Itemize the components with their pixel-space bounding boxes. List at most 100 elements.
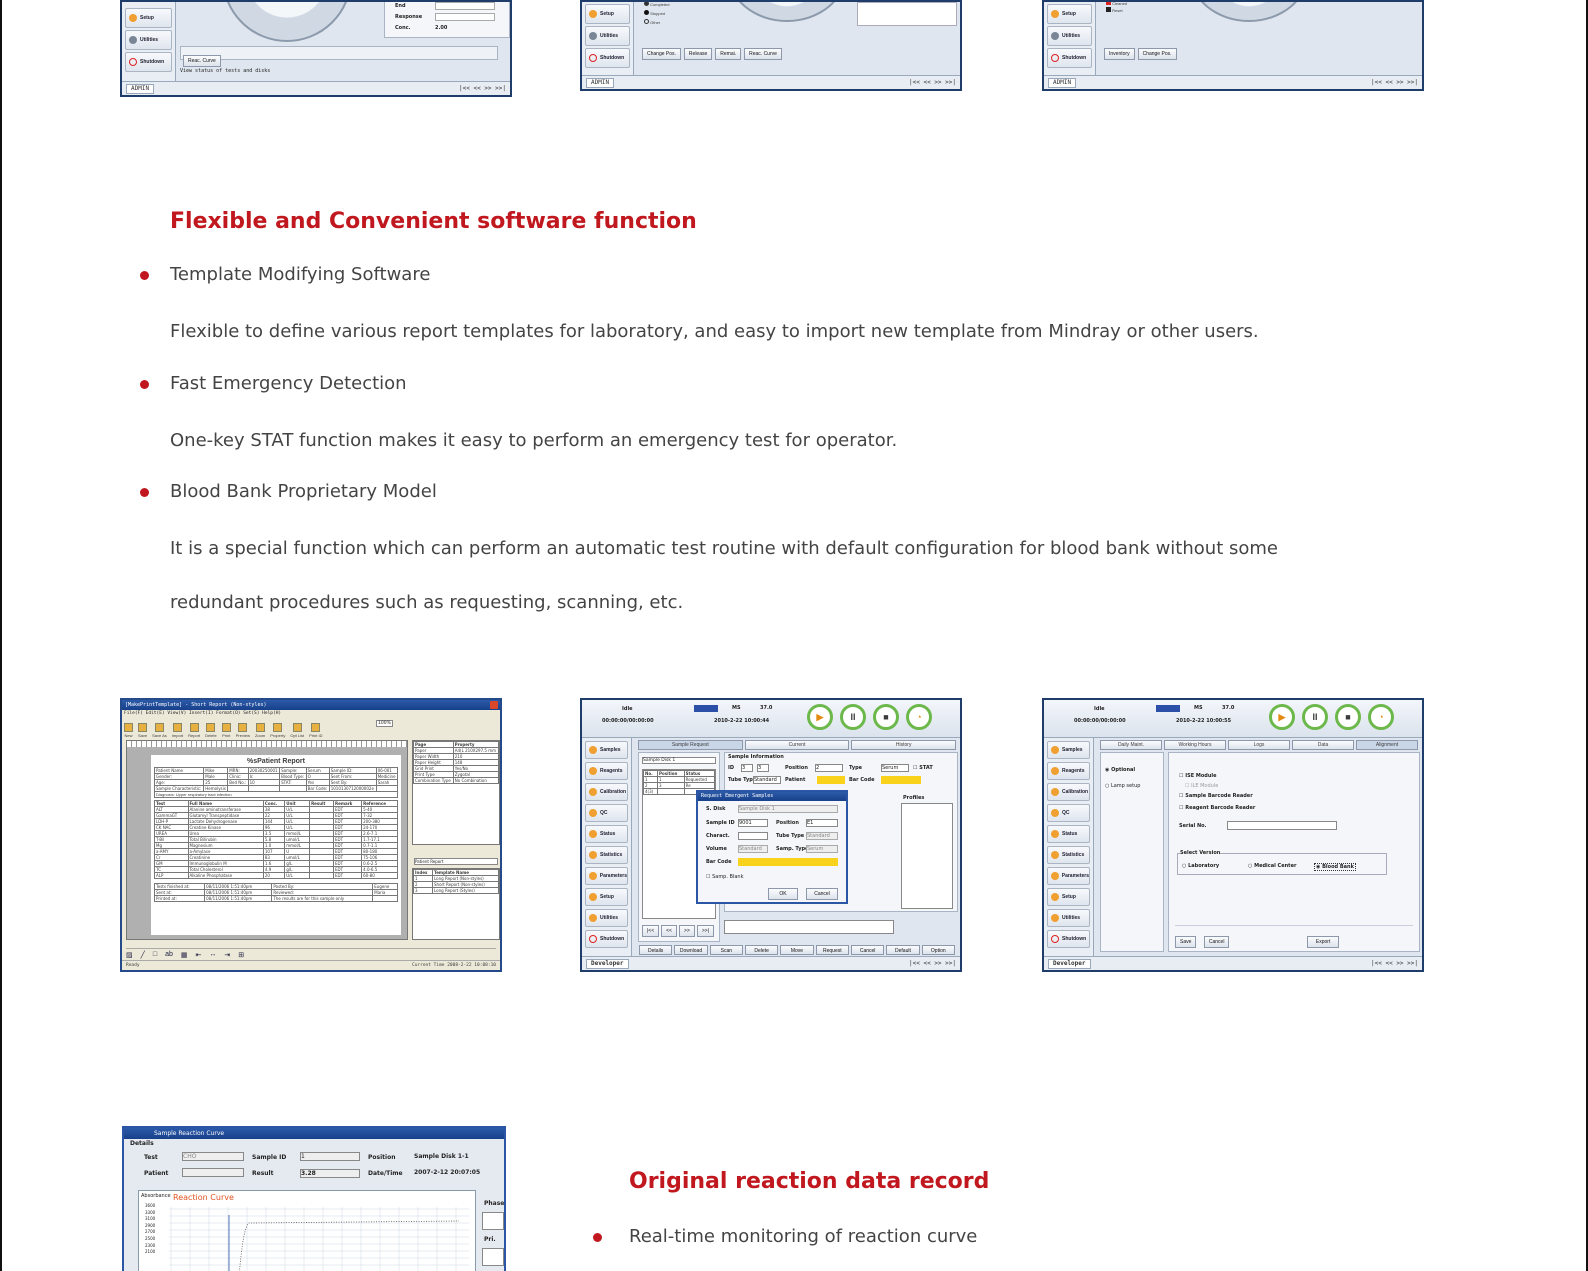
save-button[interactable]: Save (138, 723, 147, 738)
save-button[interactable]: Save (1175, 936, 1197, 948)
remark-field[interactable] (724, 920, 894, 934)
cancel-button[interactable]: Cancel (806, 888, 838, 900)
disk-select[interactable]: Sample Disk 1 (642, 757, 716, 764)
release-button[interactable]: Release (683, 48, 713, 60)
sidebar-item-setup[interactable]: Setup (125, 8, 172, 28)
new-button[interactable]: New (124, 723, 133, 738)
stop-button[interactable]: ■ (1335, 704, 1361, 730)
tube-type-select[interactable]: Standard (806, 832, 838, 840)
property-button[interactable]: Property (270, 723, 285, 738)
remain-button[interactable]: Remai. (715, 48, 742, 60)
details-button[interactable]: Details (639, 945, 673, 955)
patient-field[interactable] (817, 776, 845, 784)
sidebar-item-parameters[interactable]: Parameters (585, 867, 628, 885)
version-blood-bank[interactable]: ◉ Blood Bank (1314, 863, 1356, 871)
ile-checkbox[interactable]: ☐ ILE Module (1185, 783, 1218, 789)
save-as-button[interactable]: Save As (152, 723, 167, 738)
text-icon[interactable]: ab (165, 951, 173, 958)
sid-field[interactable]: 9001 (738, 819, 768, 827)
ise-checkbox[interactable]: ☐ ISE Module (1179, 773, 1217, 779)
pointer-icon[interactable]: ▨ (126, 951, 133, 959)
reagent-barcode-checkbox[interactable]: ☐ Reagent Barcode Reader (1179, 805, 1255, 811)
sidebar-item-reagents[interactable]: Reagents (1047, 762, 1090, 780)
pos-select[interactable]: E1 (806, 819, 838, 827)
print-id-button[interactable]: Print ID (309, 723, 322, 738)
sidebar-item-status[interactable]: Status (1047, 825, 1090, 843)
option-button[interactable]: Option (921, 945, 955, 955)
sidebar-item-shutdown[interactable]: Shutdown (125, 52, 172, 72)
change-pos-button[interactable]: Change Pos. (1137, 48, 1177, 60)
change-pos-button[interactable]: Change Pos. (642, 48, 681, 60)
option-lamp-setup[interactable]: ○ Lamp setup (1105, 783, 1140, 789)
align-left-icon[interactable]: ⇤ (196, 951, 202, 959)
play-button[interactable]: ▶ (1269, 704, 1295, 730)
play-button[interactable]: ▶ (807, 704, 833, 730)
pause-button[interactable]: II (1302, 704, 1328, 730)
nav-button-4[interactable]: >>| (696, 925, 714, 937)
zoom-button[interactable]: Zoom (255, 723, 265, 738)
charact-select[interactable] (738, 832, 768, 840)
default-button[interactable]: Default (886, 945, 920, 955)
report-type-select[interactable]: Patient Report (414, 858, 498, 865)
sidebar-item-utilities[interactable]: Utilities (1047, 26, 1092, 46)
sidebar-item-statistics[interactable]: Statistics (1047, 846, 1090, 864)
delete-button[interactable]: Delete (744, 945, 779, 955)
nav-button-3[interactable]: >> (678, 925, 695, 937)
zoom-select[interactable]: 100% (376, 720, 393, 727)
sidebar-item-setup[interactable]: Setup (585, 4, 630, 24)
export-button[interactable]: Export (1306, 936, 1340, 948)
sample-barcode-checkbox[interactable]: ☐ Sample Barcode Reader (1179, 793, 1253, 799)
preview-button[interactable]: Preview (236, 723, 250, 738)
sidebar-item-calibration[interactable]: Calibration (1047, 783, 1090, 801)
align-center-icon[interactable]: ↔ (209, 951, 216, 958)
sidebar-item-reagents[interactable]: Reagents (585, 762, 628, 780)
rect-icon[interactable]: □ (153, 951, 157, 958)
opt-list-button[interactable]: Opt List (290, 723, 304, 738)
sidebar-item-shutdown[interactable]: Shutdown (585, 930, 628, 948)
type-select[interactable]: Serum (881, 764, 909, 772)
menu-bar[interactable]: File(F) Edit(E) View(V) Insert(I) Format… (124, 711, 281, 716)
line-icon[interactable]: ╱ (141, 951, 145, 959)
sidebar-item-qc[interactable]: QC (585, 804, 628, 822)
tab-logs[interactable]: Logs (1228, 740, 1290, 750)
emergency-button[interactable]: ◔ (1368, 704, 1394, 730)
ok-button[interactable]: OK (768, 888, 798, 900)
sidebar-item-shutdown[interactable]: Shutdown (1047, 930, 1090, 948)
option-optional[interactable]: ◉ Optional (1105, 767, 1135, 773)
sidebar-item-samples[interactable]: Samples (1047, 741, 1090, 759)
delete-button[interactable]: Delete (205, 723, 217, 738)
sidebar-item-parameters[interactable]: Parameters (1047, 867, 1090, 885)
tab-daily-maint[interactable]: Daily Maint. (1100, 740, 1162, 750)
align-right-icon[interactable]: ⇥ (224, 951, 230, 959)
reac-curve-button[interactable]: Reac. Curve (183, 55, 221, 67)
sidebar-item-utilities[interactable]: Utilities (125, 30, 172, 50)
pause-button[interactable]: II (840, 704, 866, 730)
move-button[interactable]: Move (780, 945, 814, 955)
sample-id-select[interactable]: 1 (300, 1152, 360, 1161)
stat-checkbox[interactable]: ☐ STAT (913, 765, 933, 771)
tab-sample-request[interactable]: Sample Request (638, 740, 743, 750)
import-button[interactable]: Import (172, 723, 183, 738)
version-medical-center[interactable]: ○ Medical Center (1248, 863, 1296, 869)
scan-button[interactable]: Scan (709, 945, 743, 955)
nav-button-2[interactable]: << (661, 925, 677, 937)
tab-history[interactable]: History (851, 740, 957, 750)
tab-data[interactable]: Data (1292, 740, 1354, 750)
request-button[interactable]: Request (815, 945, 849, 955)
sidebar-item-setup[interactable]: Setup (585, 888, 628, 906)
dialog-barcode-field[interactable] (738, 858, 838, 866)
report-button[interactable]: Report (188, 723, 200, 738)
sidebar-item-samples[interactable]: Samples (585, 741, 628, 759)
cancel-button[interactable]: Cancel (1203, 936, 1230, 948)
print-button[interactable]: Print (221, 723, 231, 738)
download-button[interactable]: Download (674, 945, 708, 955)
nav-button-1[interactable]: |<< (642, 925, 660, 937)
emergency-button[interactable]: ◔ (906, 704, 932, 730)
tube-select[interactable]: Standard (753, 776, 781, 784)
cancel-button[interactable]: Cancel (850, 945, 885, 955)
samp-blank-checkbox[interactable]: ☐ Samp. Blank (706, 874, 744, 880)
tab-alignment[interactable]: Alignment (1356, 740, 1418, 750)
id-field-a[interactable]: 3 (741, 764, 753, 772)
sidebar-item-statistics[interactable]: Statistics (585, 846, 628, 864)
inventory-button[interactable]: Inventory (1104, 48, 1135, 60)
